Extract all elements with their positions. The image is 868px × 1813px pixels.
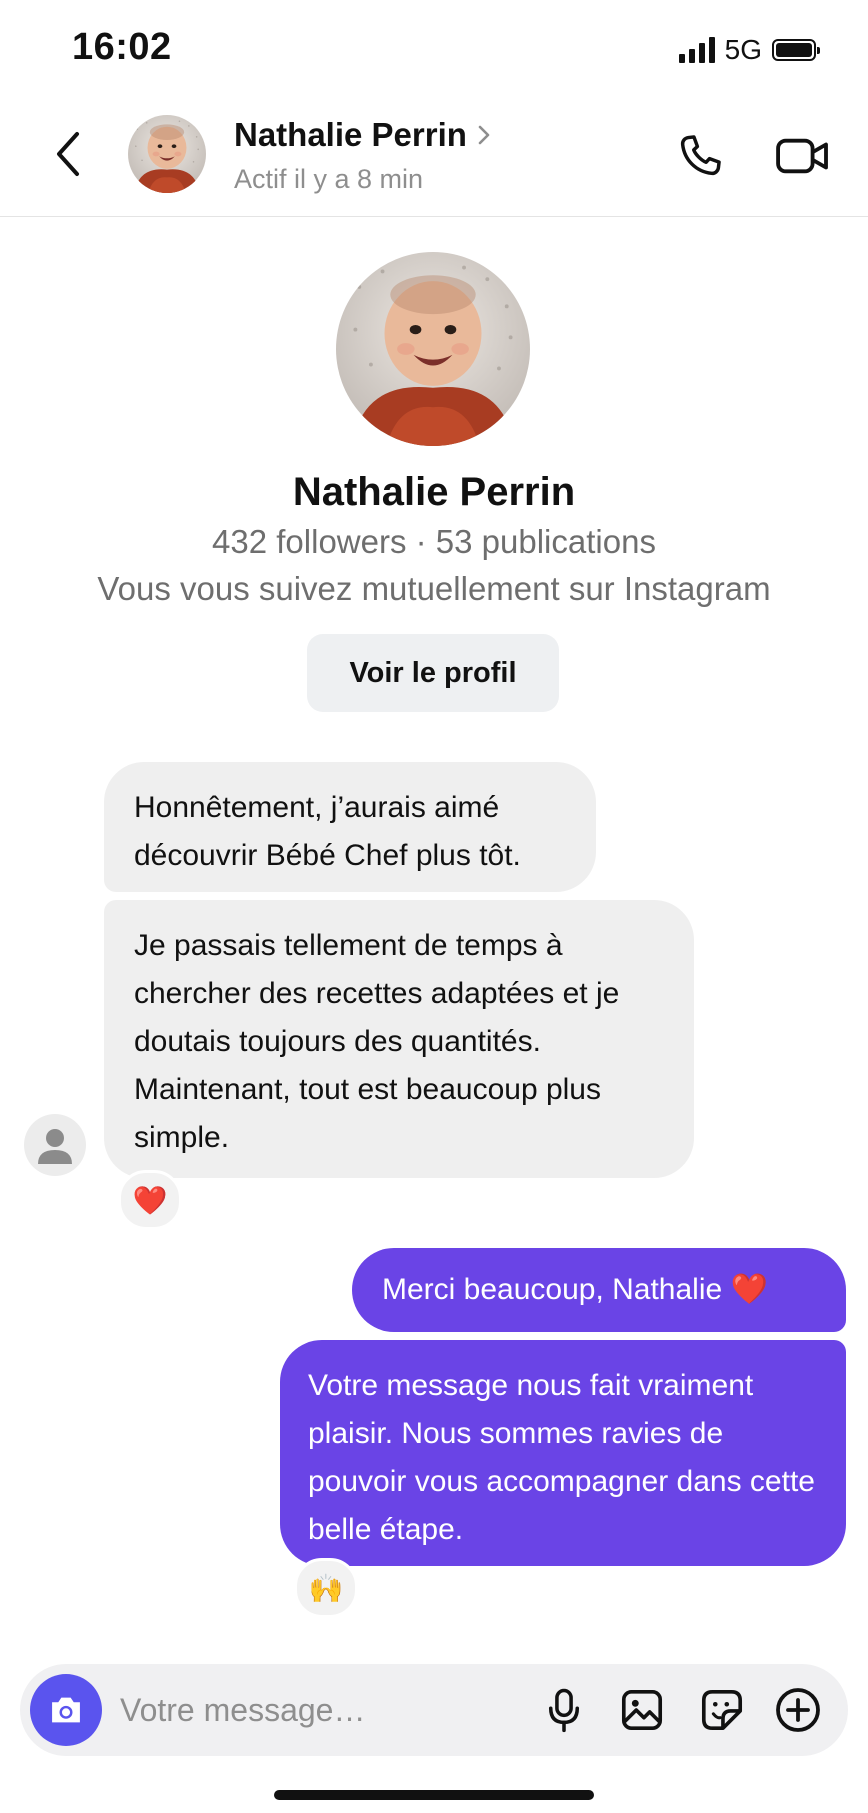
more-options-button[interactable]: [748, 1682, 848, 1738]
reaction-raised-hands-badge[interactable]: 🙌: [294, 1558, 358, 1618]
battery-icon: [772, 39, 820, 61]
image-icon: [621, 1689, 663, 1731]
gallery-button[interactable]: [592, 1682, 692, 1738]
status-bar: 16:02 5G: [0, 0, 868, 100]
voice-call-button[interactable]: [670, 126, 730, 186]
chevron-right-icon: [478, 125, 490, 145]
message-bubble-outgoing[interactable]: Votre message nous fait vraiment plaisir…: [280, 1340, 846, 1566]
message-bubble-incoming[interactable]: Je passais tellement de temps à chercher…: [104, 900, 694, 1178]
profile-stats: 432 followers · 53 publications: [212, 523, 656, 560]
message-composer: [20, 1664, 848, 1756]
home-indicator: [274, 1790, 594, 1800]
status-time: 16:02: [72, 26, 172, 68]
contact-name-link[interactable]: Nathalie Perrin: [234, 116, 491, 154]
message-bubble-outgoing[interactable]: Merci beaucoup, Nathalie ❤️: [352, 1248, 846, 1332]
sticker-button[interactable]: [692, 1682, 752, 1738]
phone-icon: [680, 135, 721, 176]
sticker-icon: [701, 1689, 743, 1731]
profile-avatar[interactable]: [336, 252, 530, 446]
network-label: 5G: [724, 34, 762, 65]
header-avatar[interactable]: [128, 115, 206, 193]
plus-circle-icon: [776, 1688, 820, 1732]
profile-name: Nathalie Perrin: [292, 470, 576, 514]
reaction-heart-badge[interactable]: ❤️: [118, 1170, 182, 1230]
sender-avatar[interactable]: [24, 1114, 86, 1176]
chevron-left-icon: [57, 132, 79, 176]
message-input[interactable]: [120, 1678, 510, 1742]
status-indicators: 5G: [678, 34, 820, 66]
camera-button[interactable]: [30, 1674, 102, 1746]
activity-status: Actif il y a 8 min: [234, 164, 424, 194]
contact-name: Nathalie Perrin: [234, 116, 467, 153]
user-icon: [38, 1129, 72, 1164]
video-camera-icon: [776, 138, 828, 174]
message-bubble-incoming[interactable]: Honnêtement, j’aurais aimé découvrir Béb…: [104, 762, 596, 892]
mutual-follow-note: Vous vous suivez mutuellement sur Instag…: [97, 570, 771, 607]
camera-icon: [52, 1697, 80, 1723]
signal-icon: [678, 37, 715, 63]
voice-message-button[interactable]: [536, 1682, 592, 1738]
view-profile-button[interactable]: Voir le profil: [307, 634, 559, 712]
back-button[interactable]: [44, 124, 92, 184]
microphone-icon: [548, 1688, 580, 1733]
chat-header: Nathalie Perrin Actif il y a 8 min: [0, 100, 868, 217]
video-call-button[interactable]: [770, 126, 836, 186]
